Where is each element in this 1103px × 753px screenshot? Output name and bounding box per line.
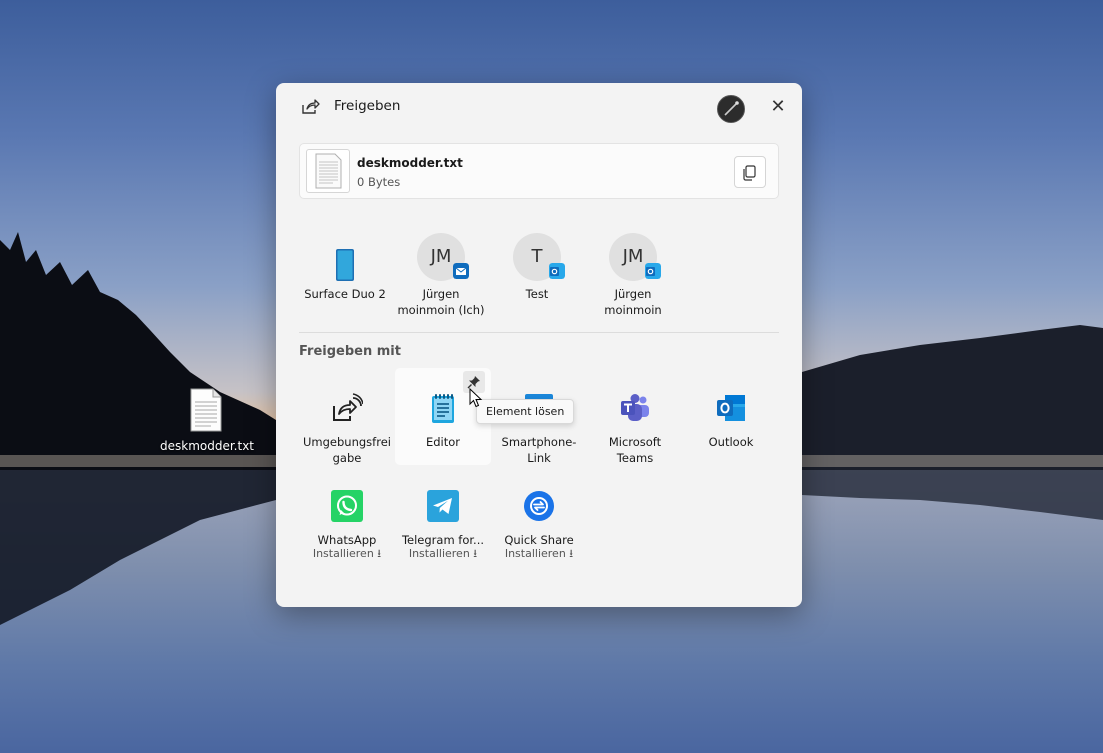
file-thumbnail — [306, 149, 350, 193]
app-label: Telegram for... — [401, 533, 485, 547]
close-button[interactable]: ✕ — [766, 96, 790, 120]
divider — [299, 332, 779, 333]
nearby-share-icon — [333, 393, 364, 421]
app-label-line2: Link — [527, 451, 551, 465]
copy-button[interactable] — [734, 156, 766, 188]
outlook-icon — [645, 263, 661, 279]
mail-icon — [453, 263, 469, 279]
app-quick-share[interactable]: Quick Share Installieren ⭳ — [491, 490, 587, 560]
phone-icon — [336, 249, 354, 281]
app-telegram[interactable]: Telegram for... Installieren ⭳ — [395, 490, 491, 560]
avatar: JM — [417, 233, 469, 281]
app-label-line1: Microsoft — [608, 435, 662, 449]
app-label-line1: Umgebungsfrei — [303, 435, 391, 449]
install-link[interactable]: Installieren ⭳ — [491, 548, 587, 560]
share-with-heading: Freigeben mit — [299, 344, 401, 359]
share-titlebar: Freigeben ✕ — [276, 83, 802, 131]
contact-name-line1: Jürgen — [614, 287, 652, 301]
text-file-icon — [315, 153, 342, 189]
quick-share-icon — [524, 491, 554, 521]
app-whatsapp[interactable]: WhatsApp Installieren ⭳ — [299, 490, 395, 560]
avatar: T — [513, 233, 565, 281]
dialog-title: Freigeben — [334, 98, 401, 114]
copy-icon — [743, 165, 756, 181]
telegram-icon — [427, 490, 459, 522]
close-icon: ✕ — [770, 96, 786, 117]
contact-name-line1: Jürgen — [422, 287, 460, 301]
account-avatar[interactable] — [717, 95, 745, 123]
install-link[interactable]: Installieren ⭳ — [299, 548, 395, 560]
app-teams[interactable]: Microsoft Teams — [587, 392, 683, 466]
app-nearby-share[interactable]: Umgebungsfrei gabe — [299, 392, 395, 466]
app-label: Quick Share — [504, 533, 574, 547]
contact-surface-duo[interactable]: Surface Duo 2 — [295, 233, 395, 302]
desktop-file-icon[interactable]: deskmodder.txt — [160, 388, 255, 453]
app-label: Editor — [425, 435, 461, 449]
tooltip: Element lösen — [476, 399, 575, 424]
text-file-icon — [190, 388, 222, 432]
app-label: Outlook — [708, 435, 754, 449]
avatar: JM — [609, 233, 661, 281]
file-name: deskmodder.txt — [357, 156, 463, 170]
contact-jurgen-me[interactable]: JM Jürgen moinmoin (Ich) — [391, 233, 491, 318]
teams-icon — [621, 394, 649, 421]
pin-icon — [467, 376, 480, 389]
notepad-icon — [432, 394, 454, 423]
app-label-line1: Smartphone- — [501, 435, 577, 449]
app-label-line2: gabe — [332, 451, 362, 465]
contact-jurgen[interactable]: JM Jürgen moinmoin — [583, 233, 683, 318]
contact-name: Test — [525, 287, 549, 301]
contact-name-line2: moinmoin (Ich) — [397, 303, 485, 317]
whatsapp-icon — [331, 490, 363, 522]
outlook-icon — [717, 395, 745, 421]
app-outlook[interactable]: Outlook — [683, 392, 779, 450]
file-size: 0 Bytes — [357, 175, 401, 189]
account-image-icon — [724, 101, 739, 116]
contact-name: Surface Duo 2 — [304, 287, 386, 301]
app-label: WhatsApp — [317, 533, 377, 547]
share-icon — [302, 99, 320, 114]
mouse-cursor-icon — [469, 388, 483, 408]
outlook-icon — [549, 263, 565, 279]
file-card: deskmodder.txt 0 Bytes — [299, 143, 779, 199]
install-link[interactable]: Installieren ⭳ — [395, 548, 491, 560]
desktop-file-label: deskmodder.txt — [160, 439, 255, 453]
share-dialog: Freigeben ✕ deskmodder.txt 0 Bytes Surfa… — [276, 83, 802, 607]
app-label-line2: Teams — [616, 451, 654, 465]
contact-test[interactable]: T Test — [487, 233, 587, 302]
contact-name-line2: moinmoin — [604, 303, 662, 317]
